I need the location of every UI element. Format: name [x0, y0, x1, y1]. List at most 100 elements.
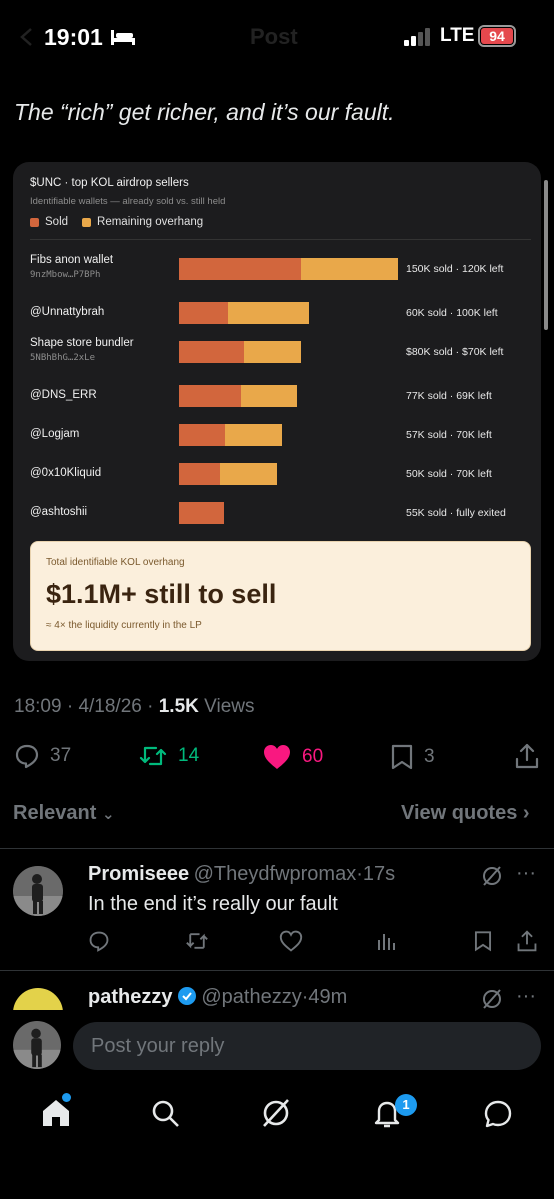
more-options-icon[interactable]: ··· — [516, 985, 536, 1008]
like-button[interactable]: 60 — [262, 743, 323, 771]
status-time: 19:01 — [44, 24, 103, 50]
bar-value-label: 77K sold · 69K left — [406, 390, 492, 402]
bar-sold — [179, 424, 225, 446]
callout-label: Total identifiable KOL overhang — [46, 557, 185, 568]
chart-category-label: @Logjam — [30, 428, 80, 440]
legend-sold: Sold — [30, 216, 68, 228]
bookmark-button[interactable]: 3 — [390, 743, 435, 771]
bar-remaining — [228, 302, 309, 324]
bar-sold — [179, 502, 224, 524]
search-icon[interactable] — [150, 1098, 182, 1130]
tweet-date: 4/18/26 — [78, 696, 142, 717]
reply-time: 17s — [362, 863, 396, 885]
tweet-time: 18:09 — [14, 696, 62, 717]
divider — [0, 970, 554, 971]
home-unread-dot — [62, 1093, 71, 1102]
reply-author-name[interactable]: pathezzy — [88, 986, 172, 1008]
legend-remaining: Remaining overhang — [82, 216, 203, 228]
reply-icon[interactable] — [88, 930, 110, 952]
chart-category-label: @0x10Kliquid — [30, 467, 102, 479]
avatar[interactable] — [13, 866, 63, 916]
bar-remaining — [244, 341, 301, 363]
reply-time: 49m — [308, 986, 348, 1008]
bar-sold — [179, 385, 241, 407]
repost-icon[interactable] — [184, 930, 210, 952]
reply-author-name[interactable]: Promiseee — [88, 863, 189, 885]
more-options-icon[interactable]: ··· — [516, 862, 536, 885]
my-avatar[interactable] — [13, 1021, 61, 1069]
back-arrow-icon[interactable] — [16, 26, 38, 48]
bar-remaining — [241, 385, 297, 407]
share-icon[interactable] — [514, 742, 540, 770]
callout-headline: $1.1M+ still to sell — [46, 579, 277, 609]
bar-value-label: 55K sold · fully exited — [406, 507, 506, 519]
heart-icon — [264, 745, 290, 769]
bar-value-label: 57K sold · 70K left — [406, 429, 492, 441]
legend-sold-label: Sold — [45, 216, 69, 228]
bookmark-icon[interactable] — [473, 930, 493, 952]
reply-separator-dot: · — [356, 863, 363, 885]
bookmark-count: 3 — [424, 746, 435, 767]
reply-button[interactable]: 37 — [14, 743, 71, 769]
legend-remaining-label: Remaining overhang — [97, 216, 204, 228]
bar-remaining — [220, 463, 277, 485]
reply-text: In the end it’s really our fault — [88, 893, 338, 915]
bar-remaining — [301, 258, 398, 280]
chevron-right-icon: › — [522, 802, 530, 824]
legend-remaining-swatch — [82, 217, 92, 227]
bar-value-label: 150K sold · 120K left — [406, 263, 504, 275]
legend-sold-swatch — [30, 217, 39, 227]
battery-level: 94 — [481, 28, 513, 44]
sleep-mode-icon — [111, 30, 135, 45]
messages-icon[interactable] — [482, 1098, 514, 1130]
views-count: 1.5K — [158, 696, 199, 717]
reply-author-handle[interactable]: @Theydfwpromax — [194, 863, 357, 885]
heart-icon[interactable] — [279, 930, 303, 952]
share-icon[interactable] — [516, 929, 538, 953]
chart-category-address: 5NBhBhG…2xLe — [30, 353, 96, 363]
chart-category-label: @DNS_ERR — [30, 389, 97, 401]
avatar-photo — [13, 866, 63, 916]
reply-count: 37 — [50, 745, 72, 766]
chart-category-label: @Unnattybrah — [30, 306, 105, 318]
cell-signal-icon — [404, 28, 430, 46]
scrollbar[interactable] — [544, 180, 548, 330]
repost-count: 14 — [178, 745, 200, 766]
view-quotes-link[interactable]: View quotes › — [401, 802, 530, 825]
chart-title: $UNC · top KOL airdrop sellers — [30, 177, 189, 189]
reply-icon — [15, 744, 39, 769]
chart-subtitle: Identifiable wallets — already sold vs. … — [30, 196, 226, 207]
bar-sold — [179, 341, 244, 363]
sort-relevant-dropdown[interactable]: Relevant ⌄ — [13, 802, 115, 825]
grok-icon[interactable] — [481, 988, 503, 1010]
chart-category-label: Shape store bundler — [30, 337, 134, 349]
bar-value-label: $80K sold · $70K left — [406, 346, 504, 358]
tweet-meta: 18:09 · 4/18/26 · 1.5K Views — [14, 696, 255, 717]
reply-input[interactable]: Post your reply — [73, 1022, 541, 1070]
bar-sold — [179, 302, 228, 324]
bar-value-label: 50K sold · 70K left — [406, 468, 492, 480]
chart-category-label: Fibs anon wallet — [30, 254, 114, 266]
grok-tab-icon[interactable] — [260, 1097, 292, 1129]
verified-badge-icon — [177, 987, 196, 1005]
like-count: 60 — [302, 746, 324, 767]
page-title: Post — [250, 24, 298, 49]
bar-sold — [179, 463, 220, 485]
sort-relevant-label: Relevant — [13, 802, 97, 824]
bookmark-icon — [391, 744, 413, 770]
bar-value-label: 60K sold · 100K left — [406, 307, 498, 319]
reply-header: Promiseee @Theydfwpromax·17s — [88, 863, 395, 886]
chart-category-label: @ashtoshii — [30, 506, 88, 518]
notifications-badge: 1 — [395, 1094, 417, 1116]
repost-icon — [139, 746, 167, 766]
battery-icon: 94 — [478, 25, 516, 47]
callout-note: ≈ 4× the liquidity currently in the LP — [46, 620, 202, 631]
chart-legend: Sold Remaining overhang — [30, 216, 217, 228]
analytics-icon[interactable] — [377, 931, 397, 951]
repost-button[interactable]: 14 — [138, 743, 199, 769]
views-label: Views — [204, 696, 255, 717]
chevron-down-icon: ⌄ — [101, 806, 115, 823]
network-type: LTE — [440, 25, 475, 46]
grok-icon[interactable] — [481, 865, 503, 887]
reply-author-handle[interactable]: @pathezzy — [201, 986, 301, 1008]
